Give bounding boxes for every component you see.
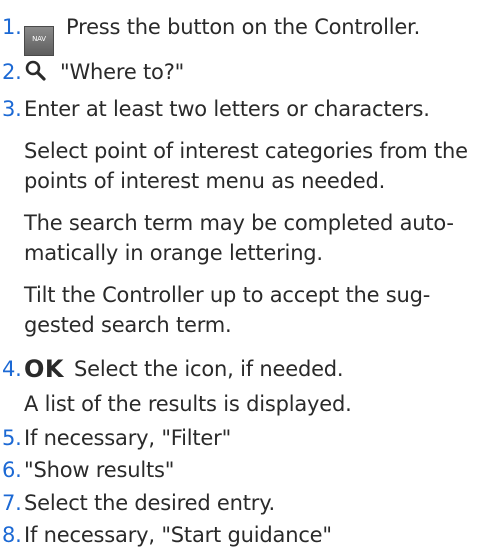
step-number: 1. xyxy=(2,15,22,39)
step-text: Enter at least two letters or characters… xyxy=(24,97,430,121)
search-icon xyxy=(25,60,46,81)
step-note: points of interest menu as needed. xyxy=(24,169,386,193)
step-note: Select point of interest categories from… xyxy=(24,139,468,163)
step-note: Tilt the Controller up to accept the sug… xyxy=(24,283,431,307)
step-number: 7. xyxy=(2,491,22,515)
nav-button-icon: NAV xyxy=(24,26,54,56)
step-note: matically in orange lettering. xyxy=(24,241,323,265)
step-text: If necessary, "Filter" xyxy=(24,426,232,450)
step-number: 8. xyxy=(2,523,22,547)
step-result: A list of the results is displayed. xyxy=(24,392,352,416)
step-text: Select the desired entry. xyxy=(24,491,275,515)
step-text: Press the button on the Controller. xyxy=(66,15,421,39)
step-text: "Show results" xyxy=(24,458,175,482)
ok-icon: OK xyxy=(24,355,64,383)
step-number: 2. xyxy=(2,60,22,84)
step-number: 6. xyxy=(2,458,22,482)
step-text: If necessary, "Start guidance" xyxy=(24,523,332,547)
step-number: 5. xyxy=(2,426,22,450)
instruction-list: 1. NAV Press the button on the Controller… xyxy=(0,0,490,548)
step-text: Select the icon, if needed. xyxy=(74,357,344,381)
step-number: 4. xyxy=(2,357,22,381)
step-text: "Where to?" xyxy=(60,60,185,84)
step-note: The search term may be completed auto- xyxy=(24,211,454,235)
step-note: gested search term. xyxy=(24,313,232,337)
step-number: 3. xyxy=(2,97,22,121)
